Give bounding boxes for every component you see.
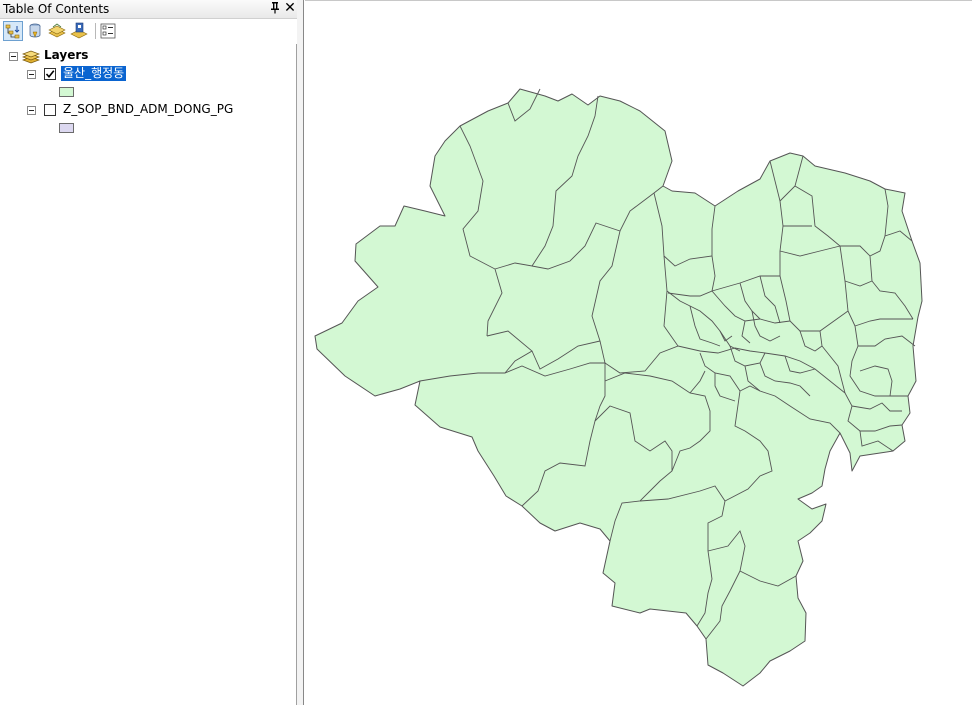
layer1-symbol-swatch[interactable]: [59, 87, 74, 97]
layer1-collapse-toggle[interactable]: [27, 70, 36, 79]
layer1-visibility-checkbox[interactable]: [44, 68, 56, 80]
list-by-source-icon[interactable]: [25, 21, 45, 41]
map-display[interactable]: [305, 0, 972, 705]
layers-label[interactable]: Layers: [44, 48, 88, 62]
list-by-visibility-icon[interactable]: [47, 21, 67, 41]
toc-title-bar[interactable]: Table Of Contents ✕: [0, 0, 297, 19]
layers-collapse-toggle[interactable]: [9, 52, 18, 61]
table-of-contents-panel: Table Of Contents ✕ Layers 울산_행정동 Z_SOP_…: [0, 0, 297, 705]
layer2-symbol-swatch[interactable]: [59, 123, 74, 133]
map-region-outline[interactable]: [314, 88, 923, 687]
toc-toolbar: [0, 19, 297, 44]
options-icon[interactable]: [98, 21, 118, 41]
list-by-selection-icon[interactable]: [69, 21, 89, 41]
layers-frame-icon: [22, 49, 40, 68]
pin-icon[interactable]: [268, 1, 282, 16]
panel-splitter[interactable]: [297, 0, 304, 705]
layer1-name[interactable]: 울산_행정동: [61, 66, 127, 81]
map-canvas[interactable]: [305, 1, 972, 706]
toc-title: Table Of Contents: [3, 2, 110, 16]
layer2-visibility-checkbox[interactable]: [44, 104, 56, 116]
toolbar-separator: [95, 23, 96, 39]
layer2-collapse-toggle[interactable]: [27, 106, 36, 115]
close-icon[interactable]: ✕: [283, 0, 297, 16]
layer2-name[interactable]: Z_SOP_BND_ADM_DONG_PG: [63, 102, 233, 116]
list-by-drawing-order-icon[interactable]: [3, 21, 23, 41]
